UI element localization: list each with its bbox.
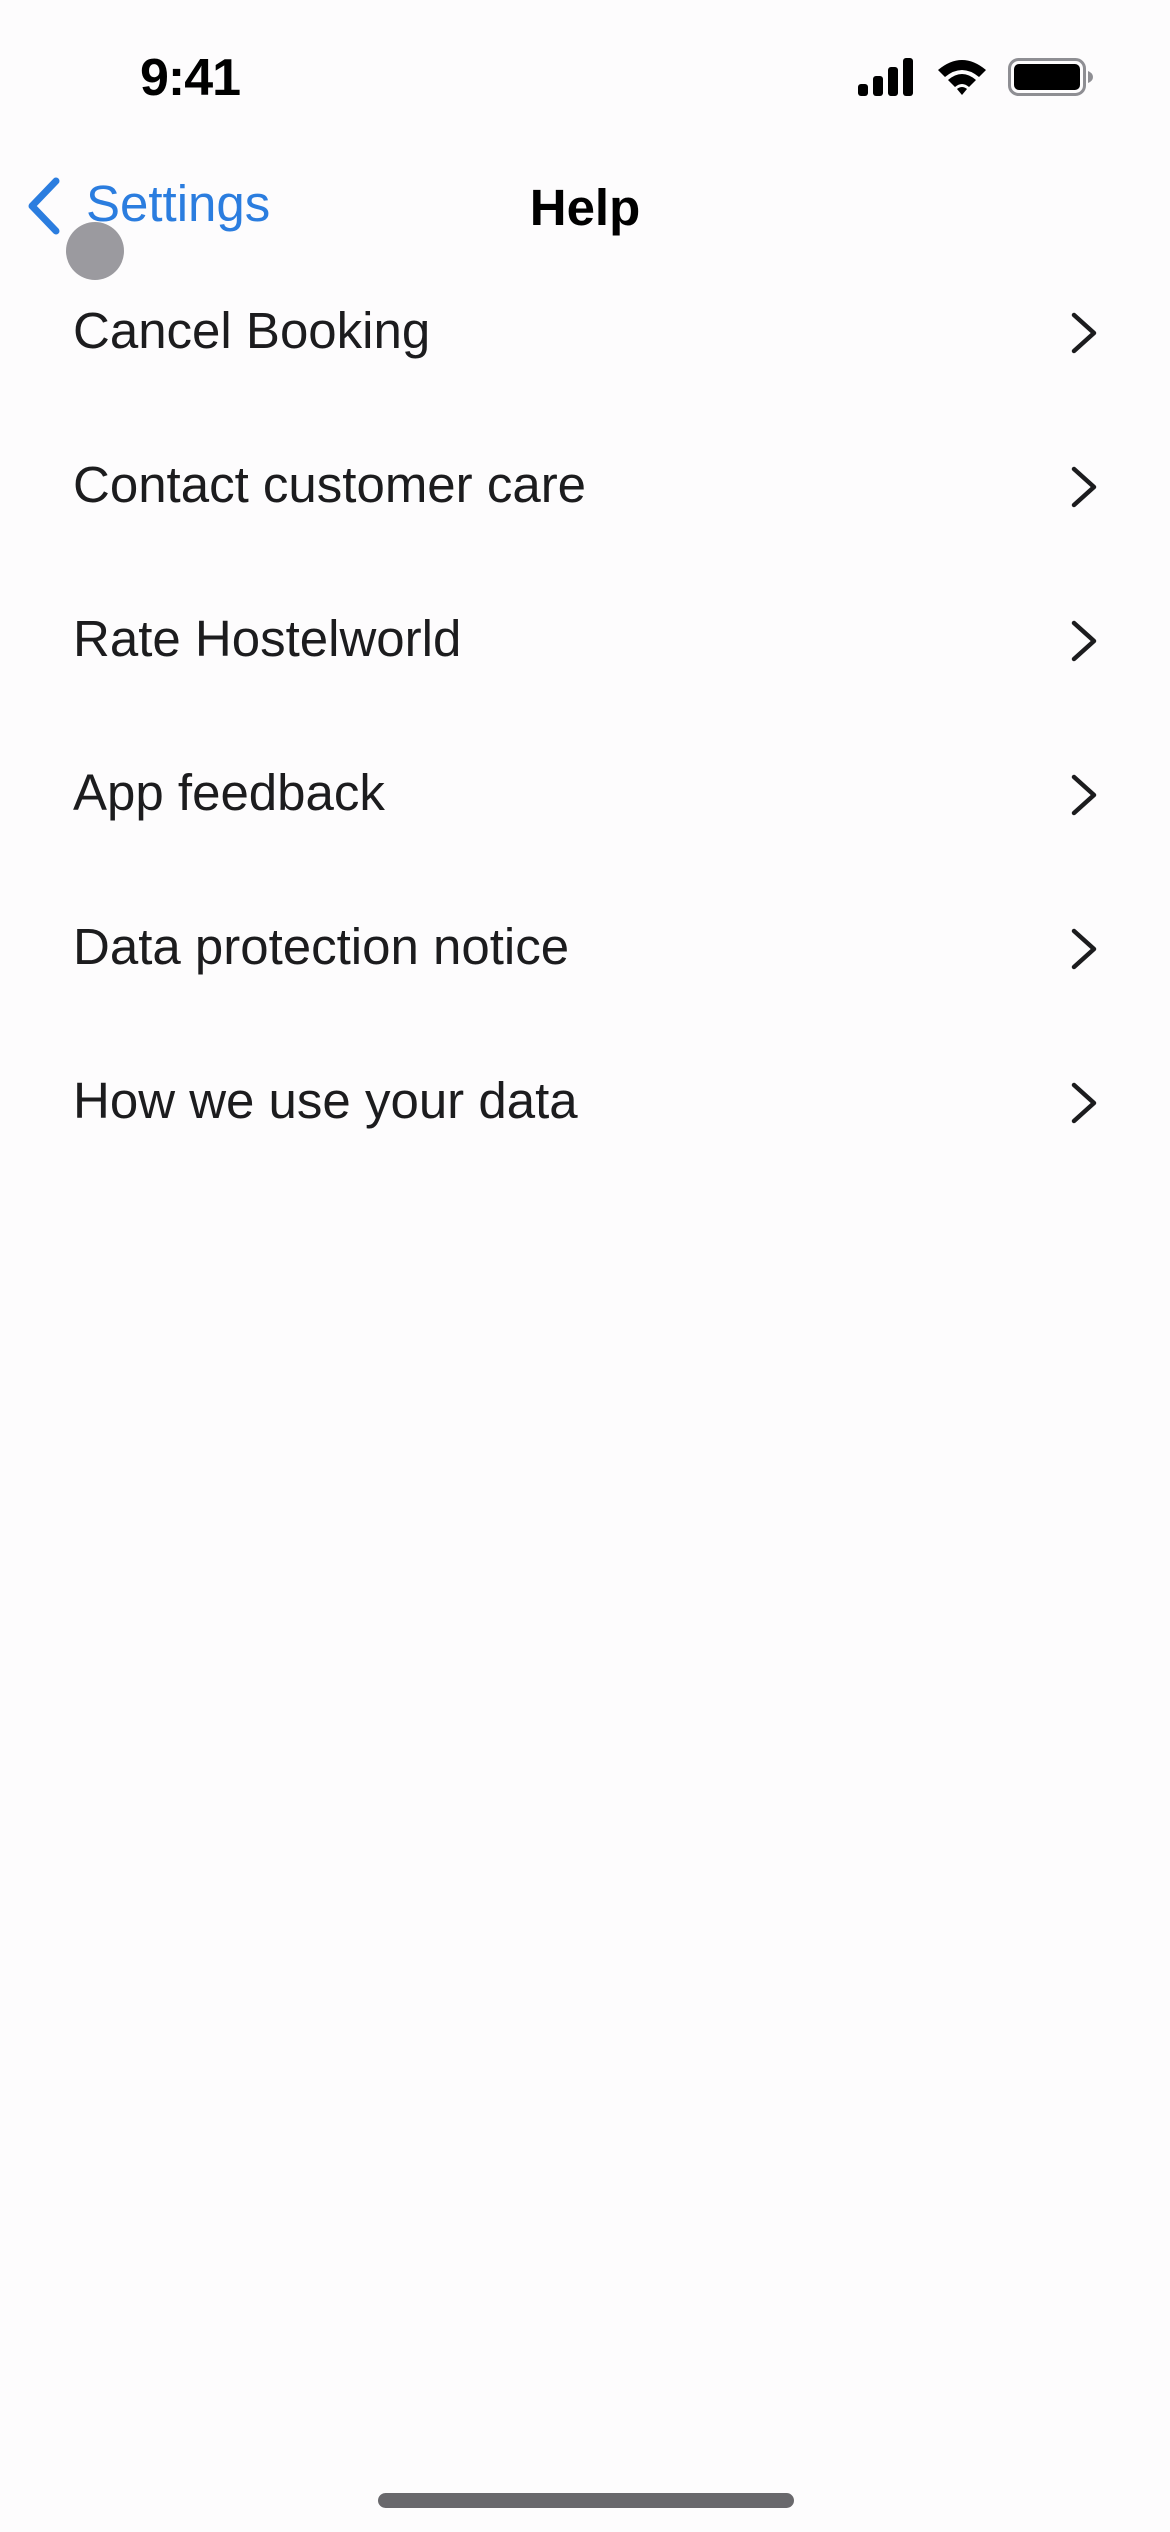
help-item-label: App feedback [73,764,385,821]
chevron-right-icon [1071,774,1097,816]
chevron-right-icon [1071,312,1097,354]
help-item-data-protection-notice[interactable]: Data protection notice [0,870,1170,1024]
help-item-app-feedback[interactable]: App feedback [0,716,1170,870]
help-item-contact-customer-care[interactable]: Contact customer care [0,408,1170,562]
home-indicator[interactable] [378,2493,794,2508]
help-item-cancel-booking[interactable]: Cancel Booking [0,254,1170,408]
help-item-rate-hostelworld[interactable]: Rate Hostelworld [0,562,1170,716]
help-item-label: Cancel Booking [73,302,431,359]
help-item-label: How we use your data [73,1072,578,1129]
help-item-how-we-use-your-data[interactable]: How we use your data [0,1024,1170,1178]
page-title: Help [529,179,641,236]
help-item-label: Rate Hostelworld [73,610,462,667]
chevron-right-icon [1071,928,1097,970]
chevron-right-icon [1071,1082,1097,1124]
chevron-right-icon [1071,620,1097,662]
battery-icon [1008,58,1093,96]
help-item-label: Data protection notice [73,918,570,975]
help-item-label: Contact customer care [73,456,587,513]
chevron-right-icon [1071,466,1097,508]
status-time: 9:41 [140,49,241,107]
nav-bar: Settings Help [0,160,1170,250]
help-list: Cancel Booking Contact customer care Rat… [0,254,1170,1178]
status-bar: 9:41 [0,0,1170,140]
wifi-icon [938,60,986,95]
signal-icon [858,58,913,96]
